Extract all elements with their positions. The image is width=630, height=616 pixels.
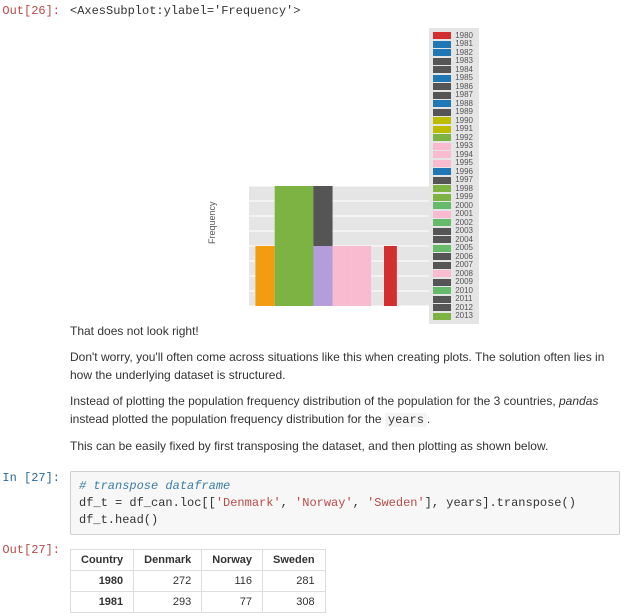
- legend-item: 1995: [433, 159, 473, 167]
- legend-item: 1989: [433, 108, 473, 116]
- chart-legend: 1980198119821983198419851986198719881989…: [429, 28, 479, 324]
- axes-repr: <AxesSubplot:ylabel='Frequency'>: [70, 4, 620, 18]
- output-prompt-27: Out[27]:: [0, 539, 66, 561]
- legend-item: 1987: [433, 91, 473, 99]
- code-cell-27[interactable]: # transpose dataframe df_t = df_can.loc[…: [70, 471, 620, 535]
- dataframe-head-table: CountryDenmarkNorwaySweden19802721162811…: [70, 549, 326, 613]
- legend-item: 2011: [433, 295, 473, 303]
- legend-item: 2007: [433, 261, 473, 269]
- prose-p2: Don't worry, you'll often come across si…: [70, 348, 620, 384]
- histogram-chart: 1980198119821983198419851986198719881989…: [205, 24, 485, 314]
- plot-area: 0.000.250.500.751.001.251.501.752.00 501…: [249, 186, 429, 306]
- legend-item: 1981: [433, 40, 473, 48]
- code-inline-years: years: [385, 413, 427, 427]
- legend-item: 1985: [433, 74, 473, 82]
- legend-item: 1991: [433, 125, 473, 133]
- legend-item: 2013: [433, 312, 473, 320]
- legend-item: 1983: [433, 57, 473, 65]
- y-axis-label: Frequency: [207, 201, 217, 244]
- legend-item: 1997: [433, 176, 473, 184]
- legend-item: 2003: [433, 227, 473, 235]
- legend-item: 2009: [433, 278, 473, 286]
- prose-p1: That does not look right!: [70, 322, 620, 340]
- legend-item: 1993: [433, 142, 473, 150]
- prose-p4: This can be easily fixed by first transp…: [70, 437, 620, 455]
- legend-item: 2001: [433, 210, 473, 218]
- legend-item: 1999: [433, 193, 473, 201]
- legend-item: 2005: [433, 244, 473, 252]
- table-row: 198129377308: [71, 592, 326, 613]
- input-prompt-27: In [27]:: [0, 467, 66, 489]
- table-row: 1980272116281: [71, 571, 326, 592]
- prose-p3: Instead of plotting the population frequ…: [70, 392, 620, 429]
- output-prompt-26: Out[26]:: [0, 0, 66, 22]
